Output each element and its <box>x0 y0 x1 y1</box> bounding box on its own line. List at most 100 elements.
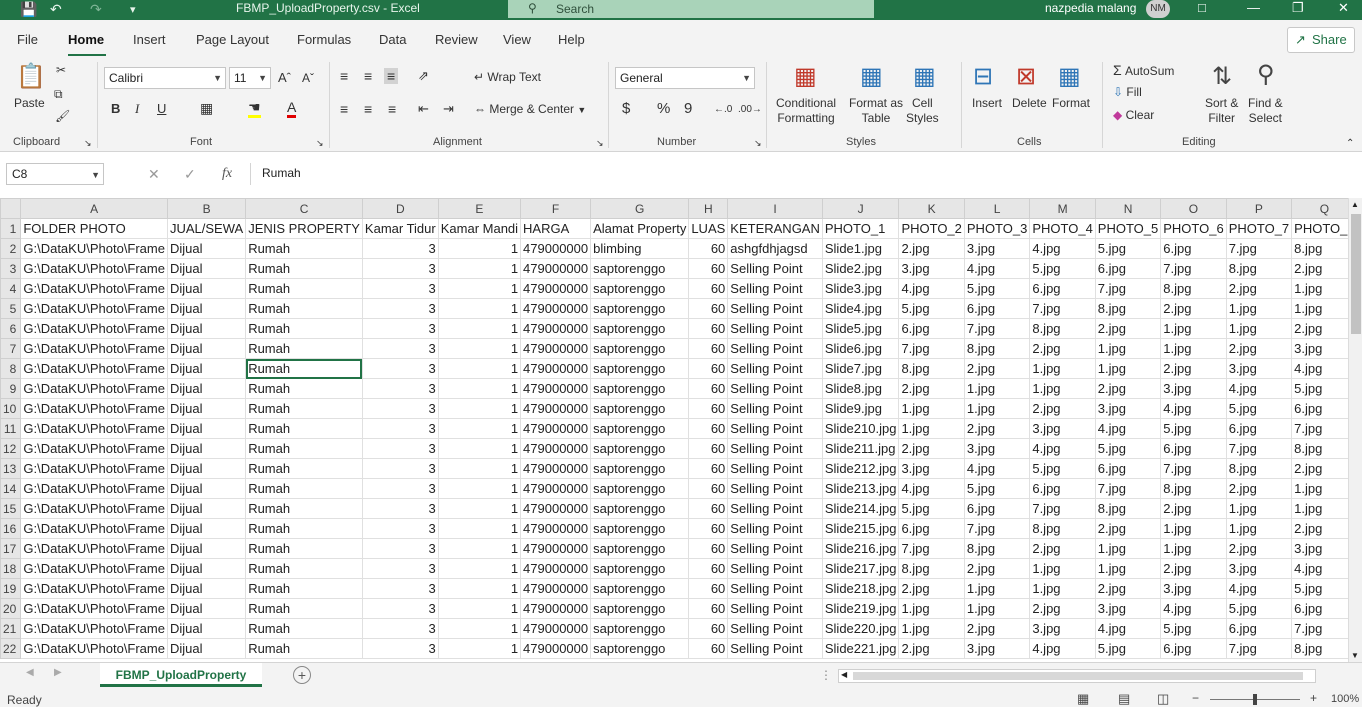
column-header-b[interactable]: B <box>166 198 247 219</box>
number-format-select[interactable]: General ▼ <box>615 67 755 89</box>
cell[interactable]: 479000000 <box>520 338 592 359</box>
row-header[interactable]: 22 <box>0 638 22 659</box>
cell[interactable]: 4.jpg <box>898 278 965 299</box>
cell[interactable]: FOLDER PHOTO <box>20 218 168 239</box>
cell[interactable]: 3 <box>361 318 439 339</box>
conditional-formatting-icon[interactable]: ▦ <box>794 62 817 91</box>
cell[interactable]: Selling Point <box>727 638 823 659</box>
cut-icon[interactable]: ✂ <box>56 62 66 78</box>
cell[interactable]: 3 <box>361 478 439 499</box>
row-header[interactable]: 9 <box>0 378 22 399</box>
row-header[interactable]: 19 <box>0 578 22 599</box>
avatar[interactable]: NM <box>1146 0 1170 18</box>
search-box[interactable]: ⚲ Search <box>508 0 874 18</box>
cell[interactable]: Slide221.jpg <box>821 638 900 659</box>
cell[interactable]: Selling Point <box>727 558 823 579</box>
cell[interactable]: 1.jpg <box>1094 538 1162 559</box>
cell[interactable]: 60 <box>688 318 729 339</box>
cell[interactable]: Rumah <box>245 498 363 519</box>
cell[interactable]: Slide217.jpg <box>821 558 900 579</box>
cell[interactable]: saptorenggo <box>590 638 690 659</box>
cell[interactable]: Rumah <box>245 598 363 619</box>
cell[interactable]: PHOTO_5 <box>1094 218 1162 239</box>
cell[interactable]: 6.jpg <box>1291 398 1348 419</box>
column-header-o[interactable]: O <box>1160 198 1227 219</box>
cell[interactable]: saptorenggo <box>590 378 690 399</box>
column-header-q[interactable]: Q <box>1291 198 1348 219</box>
cell[interactable]: 3 <box>361 458 439 479</box>
cell[interactable]: 4.jpg <box>898 478 965 499</box>
cell[interactable]: 1.jpg <box>1094 338 1162 359</box>
cell[interactable]: 2.jpg <box>898 378 965 399</box>
cell[interactable]: Rumah <box>245 618 363 639</box>
cell[interactable]: Slide6.jpg <box>821 338 900 359</box>
find-select-icon[interactable]: ⚲ <box>1257 60 1275 89</box>
add-sheet-icon[interactable]: + <box>293 666 311 684</box>
cell[interactable]: 4.jpg <box>1160 398 1227 419</box>
cell[interactable]: PHOTO_1 <box>821 218 900 239</box>
cell[interactable]: Slide220.jpg <box>821 618 900 639</box>
collapse-ribbon-icon[interactable]: ⌃ <box>1346 136 1354 152</box>
cell[interactable]: 3.jpg <box>1160 578 1227 599</box>
cell[interactable]: 2.jpg <box>1291 458 1348 479</box>
cell[interactable]: 2.jpg <box>1160 298 1227 319</box>
cell[interactable]: G:\DataKU\Photo\Frame <box>20 398 168 419</box>
cell[interactable]: 479000000 <box>520 358 592 379</box>
cell[interactable]: 2.jpg <box>1225 278 1293 299</box>
cell[interactable]: Selling Point <box>727 418 823 439</box>
cell[interactable]: 479000000 <box>520 258 592 279</box>
format-cells-button[interactable]: Format <box>1052 96 1090 111</box>
cell[interactable]: 8.jpg <box>1029 318 1096 339</box>
cell[interactable]: Selling Point <box>727 258 823 279</box>
percent-button[interactable]: % <box>657 101 670 117</box>
column-header-g[interactable]: G <box>590 198 690 219</box>
cell[interactable]: 7.jpg <box>898 338 965 359</box>
align-middle-icon[interactable]: ≡ <box>364 68 372 84</box>
cell[interactable]: 5.jpg <box>1160 618 1227 639</box>
row-header[interactable]: 18 <box>0 558 22 579</box>
cell[interactable]: Rumah <box>245 458 363 479</box>
cell[interactable]: 1.jpg <box>1029 578 1096 599</box>
cell[interactable]: 1.jpg <box>1160 538 1227 559</box>
cell[interactable]: 3 <box>361 618 439 639</box>
delete-cells-button[interactable]: Delete <box>1012 96 1047 111</box>
cell[interactable]: 8.jpg <box>898 558 965 579</box>
cell[interactable]: Selling Point <box>727 498 823 519</box>
column-header-h[interactable]: H <box>688 198 729 219</box>
cell[interactable]: 7.jpg <box>1291 618 1348 639</box>
cell[interactable]: JUAL/SEWA <box>166 218 247 239</box>
cell[interactable]: saptorenggo <box>590 478 690 499</box>
row-header[interactable]: 21 <box>0 618 22 639</box>
cell[interactable]: Slide7.jpg <box>821 358 900 379</box>
cell[interactable]: 479000000 <box>520 418 592 439</box>
cell[interactable]: 1 <box>437 598 522 619</box>
cell[interactable]: Rumah <box>245 238 363 259</box>
cell[interactable]: 3 <box>361 638 439 659</box>
cell[interactable]: 479000000 <box>520 278 592 299</box>
cell[interactable]: 2.jpg <box>898 578 965 599</box>
cell[interactable]: 1 <box>437 298 522 319</box>
cell[interactable]: 3 <box>361 598 439 619</box>
zoom-in-icon[interactable]: + <box>1310 691 1317 705</box>
cell[interactable]: 60 <box>688 498 729 519</box>
cell[interactable]: Slide219.jpg <box>821 598 900 619</box>
tab-review[interactable]: Review <box>435 32 478 47</box>
delete-cells-icon[interactable]: ⊠ <box>1016 62 1036 91</box>
cell[interactable]: 7.jpg <box>1225 638 1293 659</box>
cell[interactable]: Selling Point <box>727 438 823 459</box>
cell[interactable]: G:\DataKU\Photo\Frame <box>20 538 168 559</box>
row-header[interactable]: 2 <box>0 238 22 259</box>
cell[interactable]: LUAS <box>688 218 729 239</box>
column-header-i[interactable]: I <box>727 198 823 219</box>
row-header[interactable]: 20 <box>0 598 22 619</box>
format-as-table-button[interactable]: Format as Table <box>849 96 903 126</box>
ribbon-display-icon[interactable]: □ <box>1198 0 1206 15</box>
cell[interactable]: 479000000 <box>520 538 592 559</box>
currency-button[interactable]: $ <box>622 101 630 117</box>
scroll-up-icon[interactable]: ▲ <box>1351 200 1359 209</box>
cell[interactable]: 3.jpg <box>963 638 1031 659</box>
cell[interactable]: 2.jpg <box>963 418 1031 439</box>
cell[interactable]: 6.jpg <box>1160 238 1227 259</box>
cell[interactable]: Dijual <box>166 618 247 639</box>
cell[interactable]: Slide9.jpg <box>821 398 900 419</box>
